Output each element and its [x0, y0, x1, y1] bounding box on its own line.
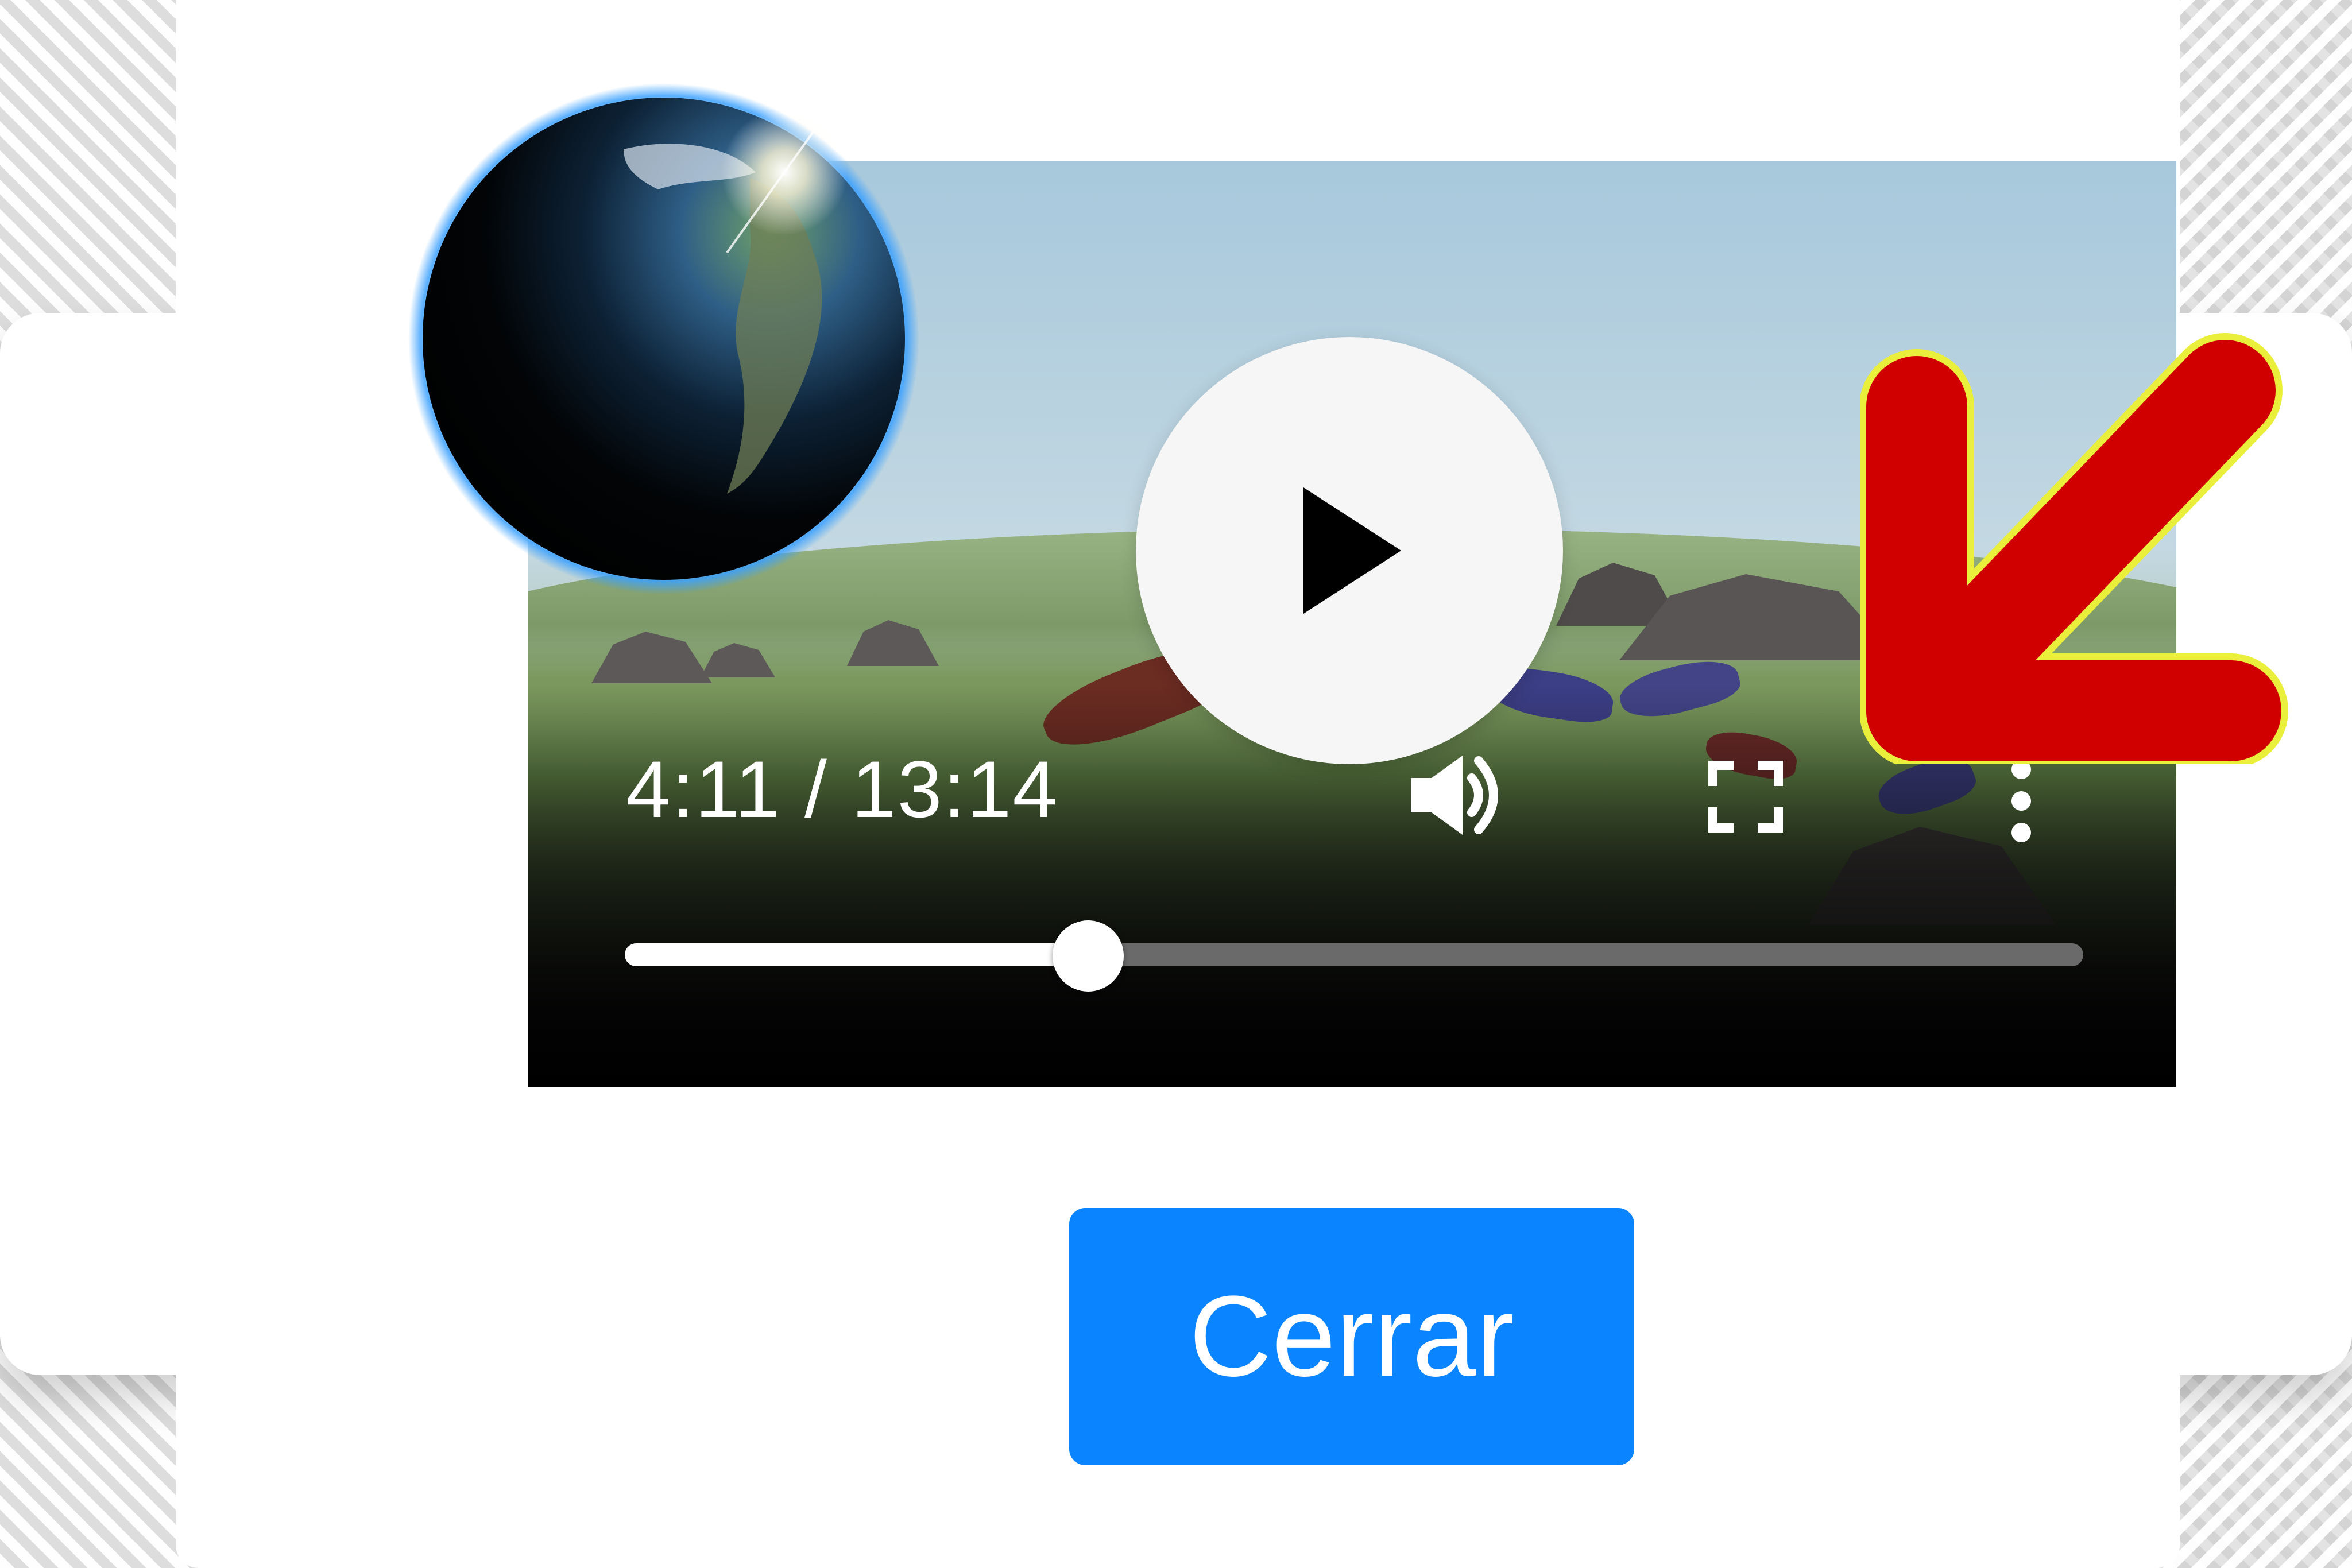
progress-fill	[625, 943, 1088, 966]
red-arrow-icon	[1860, 333, 2288, 764]
progress-bar[interactable]	[625, 920, 2083, 992]
time-display: 4:11 / 13:14	[626, 744, 1059, 834]
globe-logo-icon	[408, 83, 919, 594]
fullscreen-icon[interactable]	[1708, 761, 1783, 833]
video-dialog: 4:11 / 13:14 Cerrar	[176, 0, 2180, 1568]
progress-thumb[interactable]	[1052, 920, 1124, 992]
play-icon	[1303, 487, 1401, 614]
close-button[interactable]: Cerrar	[1069, 1208, 1634, 1465]
more-options-icon[interactable]	[2004, 758, 2038, 844]
volume-icon[interactable]	[1410, 752, 1507, 838]
play-button[interactable]	[1136, 337, 1563, 764]
